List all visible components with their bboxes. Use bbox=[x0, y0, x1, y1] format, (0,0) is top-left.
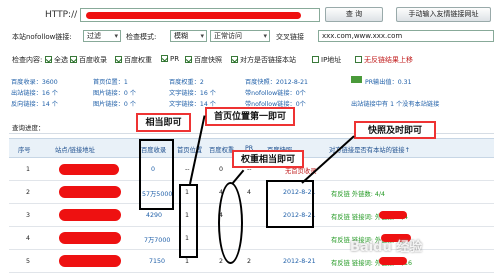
summary-out-note: 出站链接中有 1 个没有本站链接 bbox=[351, 101, 440, 108]
summary-baidu-index: 百度收录：3600 bbox=[11, 79, 58, 86]
manual-input-button[interactable]: 手动输入友情链接网址 bbox=[396, 7, 491, 22]
nofollow-select[interactable]: 过滤 bbox=[83, 30, 121, 42]
summary-homepage-pos: 首页位置：1 bbox=[93, 79, 128, 86]
table-row[interactable]: 3 4290 1 4 2012-8-21 有反链 链接词: 外链数: 4/4 bbox=[9, 204, 494, 227]
cross-link-input[interactable]: xxx.com,www.xxx.com bbox=[318, 30, 494, 42]
query-button[interactable]: 查 询 bbox=[325, 7, 383, 22]
row-weight: 2 bbox=[219, 258, 224, 265]
checkbox-icon[interactable] bbox=[45, 56, 52, 63]
pr-badge bbox=[351, 76, 362, 83]
summary-anti-links: 反向链接：14 个 bbox=[11, 101, 58, 108]
check-label: 检查内容: bbox=[12, 56, 43, 64]
checkbox-icon[interactable] bbox=[355, 56, 362, 63]
checkbox-backlink[interactable]: 对方是否链接本站 bbox=[231, 55, 296, 65]
row-weight: 0 bbox=[219, 166, 224, 173]
watermark: Baidu 经验 bbox=[350, 240, 423, 255]
row-pos: 1 bbox=[185, 258, 190, 265]
row-pr: 2 bbox=[247, 258, 252, 265]
summary-baidu-weight: 百度权重：2 bbox=[169, 79, 204, 86]
redacted-site bbox=[59, 255, 121, 267]
checkbox-baidu-weight[interactable]: 百度权重 bbox=[115, 55, 152, 65]
http-label: HTTP:// bbox=[45, 10, 78, 20]
row-index: 7150 bbox=[149, 258, 166, 265]
checkbox-no-backlink-up[interactable]: 无反链结果上移 bbox=[355, 55, 413, 65]
checkbox-all[interactable]: 全选 bbox=[45, 55, 68, 65]
row-pr: 4 bbox=[247, 189, 252, 196]
redacted-site bbox=[59, 164, 119, 175]
redacted-site bbox=[59, 209, 121, 221]
checkbox-icon[interactable] bbox=[70, 56, 77, 63]
row-pos: -- bbox=[185, 166, 190, 173]
row-index: 4290 bbox=[146, 212, 163, 219]
row-no: 5 bbox=[26, 258, 31, 265]
callout-position: 首页位置第一即可 bbox=[205, 107, 295, 126]
redacted-site bbox=[59, 186, 121, 198]
nofollow-label: 本站nofollow链接: bbox=[12, 33, 72, 41]
summary-image-links2: 图片链接：0 个 bbox=[93, 101, 137, 108]
th-no: 序号 bbox=[18, 147, 31, 154]
annotation-ellipse-weight bbox=[218, 182, 243, 264]
row-no: 2 bbox=[26, 189, 31, 196]
checkbox-icon[interactable] bbox=[312, 56, 319, 63]
summary-image-links: 图片链接：0 个 bbox=[93, 90, 137, 97]
summary-out-links: 出站链接：16 个 bbox=[11, 90, 58, 97]
mode-select[interactable]: 模糊 bbox=[170, 30, 207, 42]
callout-index: 相当即可 bbox=[136, 113, 191, 132]
checkbox-icon[interactable] bbox=[231, 56, 238, 63]
callout-snapshot: 快照及时即可 bbox=[354, 121, 436, 139]
row-snapshot: 2012-8-21 bbox=[283, 258, 316, 265]
access-select[interactable]: 正常访问 bbox=[210, 30, 270, 42]
th-weight: 百度权重 bbox=[209, 147, 235, 154]
table-row[interactable]: 2 57万5000 1 4 4 2012-8-21 有反链 外链数: 4/4 bbox=[9, 181, 494, 204]
summary-pr: PR输出值：0.31 bbox=[365, 79, 412, 86]
checkbox-icon[interactable] bbox=[161, 55, 168, 62]
annotation-box-snapshot bbox=[266, 180, 314, 228]
redacted-anchor bbox=[379, 211, 407, 219]
summary-baidu-snapshot: 百度快照：2012-8-21 bbox=[245, 79, 308, 86]
row-no: 4 bbox=[26, 235, 31, 242]
checkbox-baidu-snapshot[interactable]: 百度快照 bbox=[185, 55, 222, 65]
summary-nofollow-links: 带nofollow链接：0个 bbox=[245, 90, 306, 97]
th-site: 站点/链接地址 bbox=[55, 147, 95, 154]
checkbox-pr[interactable]: PR bbox=[161, 55, 179, 63]
annotation-box-index bbox=[139, 139, 174, 210]
cross-label: 交叉链接 bbox=[276, 33, 304, 41]
progress-label: 查询进度： bbox=[12, 124, 45, 132]
redacted-anchor bbox=[379, 257, 407, 265]
redacted-site bbox=[59, 232, 121, 244]
checkbox-ip[interactable]: IP地址 bbox=[312, 55, 341, 65]
row-index: 7万7000 bbox=[144, 237, 171, 244]
checkbox-icon[interactable] bbox=[115, 56, 122, 63]
checkbox-icon[interactable] bbox=[185, 56, 192, 63]
row-no: 1 bbox=[26, 166, 31, 173]
row-no: 3 bbox=[26, 212, 31, 219]
summary-text-links: 文字链接：16 个 bbox=[169, 90, 216, 97]
annotation-box-position bbox=[179, 184, 198, 258]
callout-weight: 权重相当即可 bbox=[232, 150, 304, 168]
mode-label: 检查模式: bbox=[126, 33, 157, 41]
redacted-url bbox=[86, 12, 301, 19]
checkbox-baidu-index[interactable]: 百度收录 bbox=[70, 55, 107, 65]
url-input[interactable] bbox=[80, 8, 320, 22]
row-status: 有反链 外链数: 4/4 bbox=[331, 191, 386, 198]
